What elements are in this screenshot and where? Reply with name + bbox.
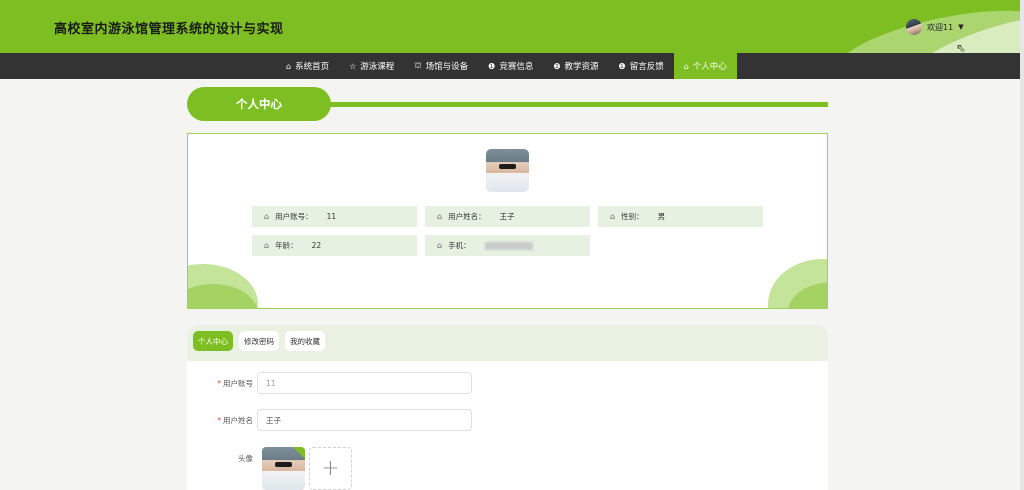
nav-label: 留言反馈: [629, 62, 664, 72]
nav-menu: ⌂ 系统首页 ☆ 游泳课程 ⛫ 场馆与设备 ❶ 竞赛信息 ❷ 教学资源 ❶ 留言…: [276, 53, 737, 79]
question-icon: ❷: [553, 61, 561, 71]
profile-card: ⌂ 用户账号： 11 ⌂ 用户姓名： 王子 ⌂ 性别： 男 ⌂ 年龄： 22 ⌂…: [187, 133, 828, 309]
profile-avatar: [486, 149, 529, 192]
redacted-phone: [484, 241, 533, 250]
nav-label: 系统首页: [295, 62, 330, 72]
nav-item-courses[interactable]: ☆ 游泳课程: [339, 53, 404, 79]
main-navbar: ⌂ 系统首页 ☆ 游泳课程 ⛫ 场馆与设备 ❶ 竞赛信息 ❷ 教学资源 ❶ 留言…: [0, 53, 1024, 79]
nav-item-competitions[interactable]: ❶ 竞赛信息: [478, 53, 543, 79]
name-label-text: 用户姓名: [223, 415, 253, 425]
avatar-label: 头像: [238, 454, 253, 463]
nav-item-resources[interactable]: ❷ 教学资源: [543, 53, 608, 79]
upload-add-button[interactable]: +: [309, 447, 352, 490]
building-icon: ⛫: [414, 61, 422, 70]
avatar-row: 头像: [187, 453, 257, 464]
name-label: * 用户姓名: [187, 415, 257, 426]
info-label: 用户姓名：: [448, 212, 486, 221]
required-mark: *: [217, 378, 221, 388]
home-icon: ⌂: [264, 241, 270, 250]
info-label: 用户账号：: [275, 212, 313, 221]
caret-down-icon: ▼: [958, 23, 964, 31]
section-header: 个人中心: [187, 87, 828, 121]
welcome-text: 欢迎11: [927, 22, 954, 32]
nav-item-feedback[interactable]: ❶ 留言反馈: [609, 53, 674, 79]
nav-label: 游泳课程: [360, 62, 395, 72]
nav-item-venues[interactable]: ⛫ 场馆与设备: [404, 53, 478, 79]
account-label-text: 用户账号: [223, 378, 253, 388]
account-label: * 用户账号: [187, 378, 257, 389]
user-menu[interactable]: 欢迎11 ▼: [906, 19, 964, 35]
tab-favorites[interactable]: 我的收藏: [285, 331, 325, 351]
info-value: 男: [657, 212, 666, 221]
uploaded-check-icon: [293, 447, 305, 459]
home-icon: ⌂: [683, 61, 689, 71]
star-icon: ☆: [349, 61, 357, 71]
info-account: ⌂ 用户账号： 11: [252, 206, 417, 227]
mouse-cursor-icon: ⇖: [956, 41, 967, 55]
nav-label: 竞赛信息: [499, 62, 534, 72]
home-icon: ⌂: [610, 212, 616, 221]
info-label: 手机：: [448, 241, 471, 250]
info-icon: ❶: [488, 61, 496, 71]
home-icon: ⌂: [264, 212, 270, 221]
tab-profile[interactable]: 个人中心: [193, 331, 233, 351]
info-age: ⌂ 年龄： 22: [252, 235, 417, 256]
site-title: 高校室内游泳馆管理系统的设计与实现: [54, 22, 284, 37]
avatar-thumbnail[interactable]: [262, 447, 305, 490]
home-icon: ⌂: [437, 212, 443, 221]
info-gender: ⌂ 性别： 男: [598, 206, 763, 227]
info-icon: ❶: [618, 61, 626, 71]
account-row: * 用户账号: [187, 372, 472, 394]
info-value: 11: [326, 212, 337, 221]
home-icon: ⌂: [437, 241, 443, 250]
info-value: 王子: [499, 212, 515, 221]
section-title: 个人中心: [187, 87, 331, 121]
required-mark: *: [217, 415, 221, 425]
profile-form: *用户账号 *用户姓名 头像 +: [187, 361, 828, 490]
info-value: 22: [311, 241, 322, 250]
tab-change-password[interactable]: 修改密码: [239, 331, 279, 351]
account-field[interactable]: [257, 372, 472, 394]
name-field[interactable]: [257, 409, 472, 431]
profile-tabs: 个人中心 修改密码 我的收藏: [187, 325, 828, 361]
page-scrollbar[interactable]: [1020, 0, 1024, 490]
section-divider: [327, 102, 828, 107]
info-label: 性别：: [621, 212, 644, 221]
info-phone: ⌂ 手机：: [425, 235, 590, 256]
nav-item-profile[interactable]: ⌂ 个人中心: [673, 53, 737, 79]
nav-label: 教学资源: [564, 62, 599, 72]
top-header: 高校室内游泳馆管理系统的设计与实现 欢迎11 ▼: [0, 0, 1024, 53]
user-avatar: [906, 19, 922, 35]
nav-label: 场馆与设备: [425, 62, 469, 72]
info-label: 年龄：: [275, 241, 298, 250]
name-row: * 用户姓名: [187, 409, 472, 431]
info-name: ⌂ 用户姓名： 王子: [425, 206, 590, 227]
nav-item-home[interactable]: ⌂ 系统首页: [276, 53, 339, 79]
nav-label: 个人中心: [692, 62, 727, 72]
home-icon: ⌂: [286, 61, 292, 71]
